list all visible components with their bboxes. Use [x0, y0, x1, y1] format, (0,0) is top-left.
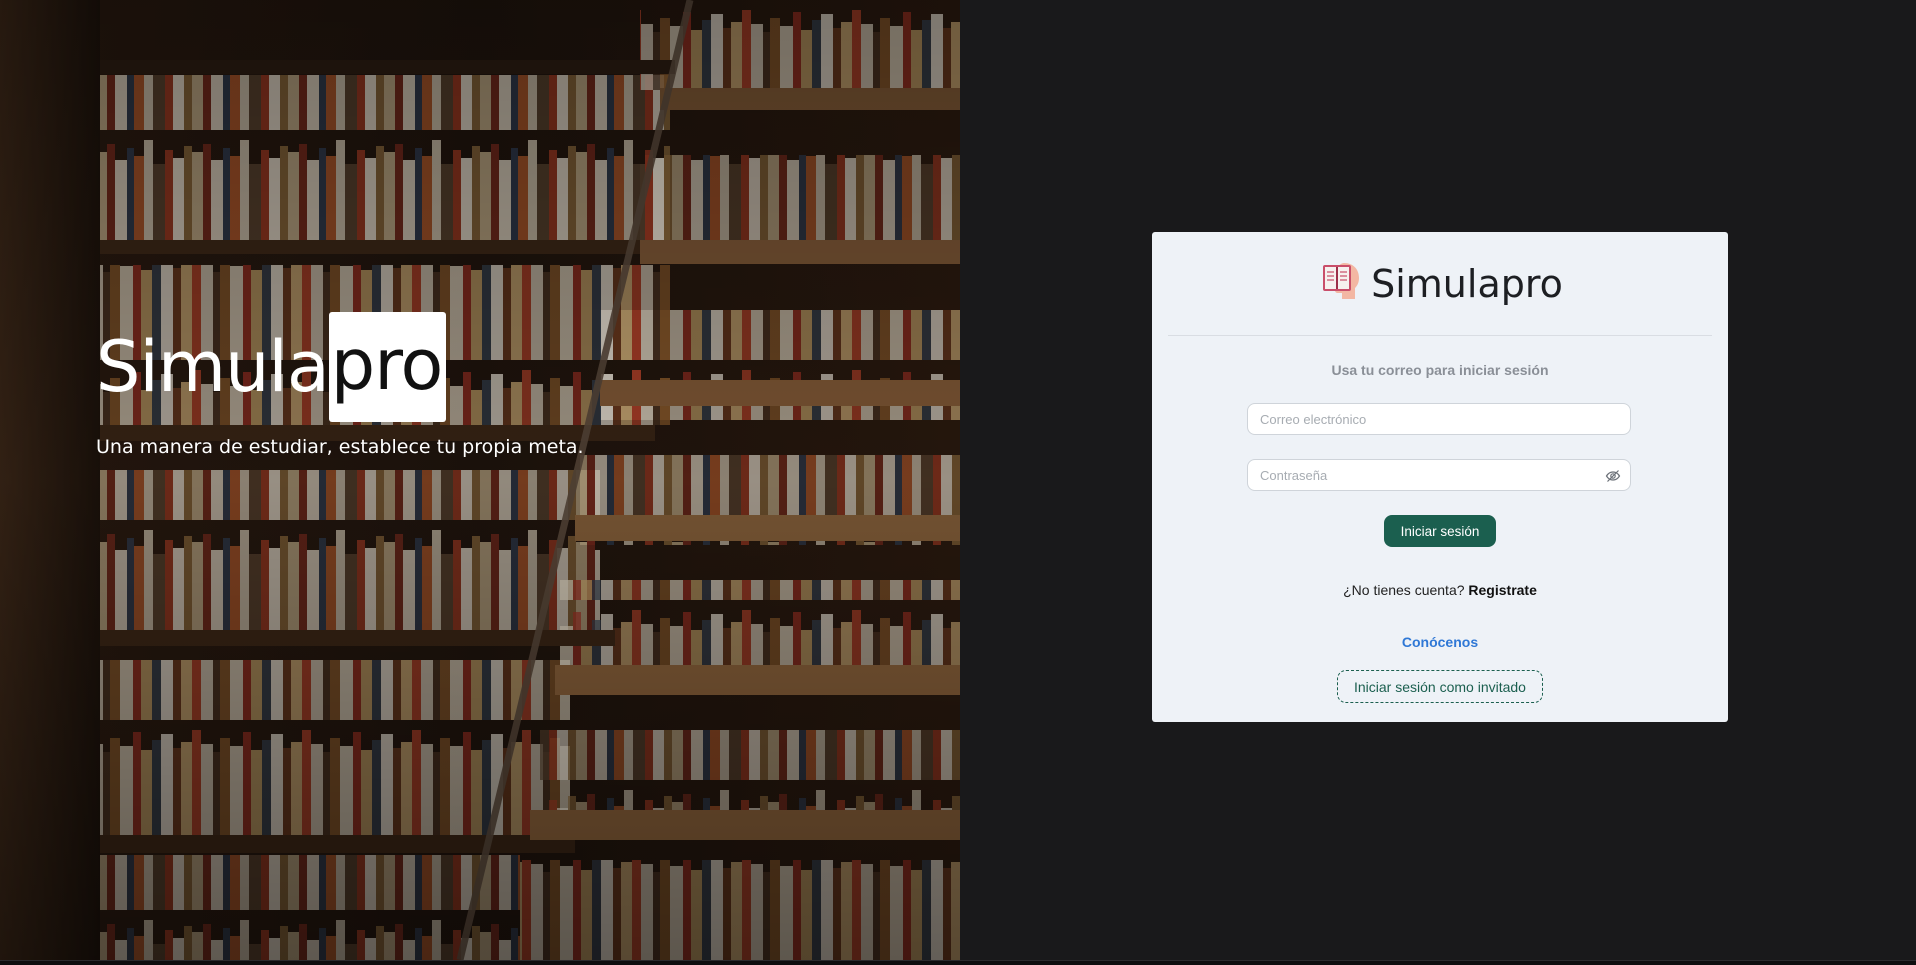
login-card: Simulapro Usa tu correo para iniciar ses… — [1152, 232, 1728, 722]
hero-brand: Simula pro — [96, 312, 584, 422]
hero-text: Simula pro Una manera de estudiar, establ… — [96, 312, 584, 458]
login-button[interactable]: Iniciar sesión — [1384, 515, 1496, 547]
signup-row: ¿No tienes cuenta? Registrate — [1152, 582, 1728, 598]
hero-brand-part1: Simula — [96, 326, 330, 408]
about-link[interactable]: Conócenos — [1402, 634, 1478, 650]
login-subtitle: Usa tu correo para iniciar sesión — [1331, 362, 1549, 378]
signup-prompt: ¿No tienes cuenta? — [1343, 582, 1465, 598]
password-input[interactable] — [1248, 460, 1630, 490]
eye-slash-icon[interactable] — [1605, 468, 1621, 484]
book-head-icon — [1317, 257, 1365, 310]
hero-tagline: Una manera de estudiar, establece tu pro… — [96, 436, 584, 458]
password-field[interactable] — [1247, 459, 1631, 491]
card-header: Simulapro — [1168, 232, 1712, 336]
guest-login-button[interactable]: Iniciar sesión como invitado — [1337, 670, 1543, 703]
logo: Simulapro — [1317, 257, 1563, 310]
hero-brand-highlight: pro — [328, 312, 447, 422]
signup-link[interactable]: Registrate — [1468, 582, 1536, 598]
card-title: Simulapro — [1371, 261, 1563, 306]
about-row: Conócenos — [1152, 634, 1728, 650]
email-field[interactable] — [1247, 403, 1631, 435]
hero-panel: Simula pro Una manera de estudiar, establ… — [0, 0, 960, 960]
library-background-image — [0, 0, 960, 960]
email-input[interactable] — [1248, 404, 1630, 434]
bottom-strip — [0, 960, 1916, 965]
